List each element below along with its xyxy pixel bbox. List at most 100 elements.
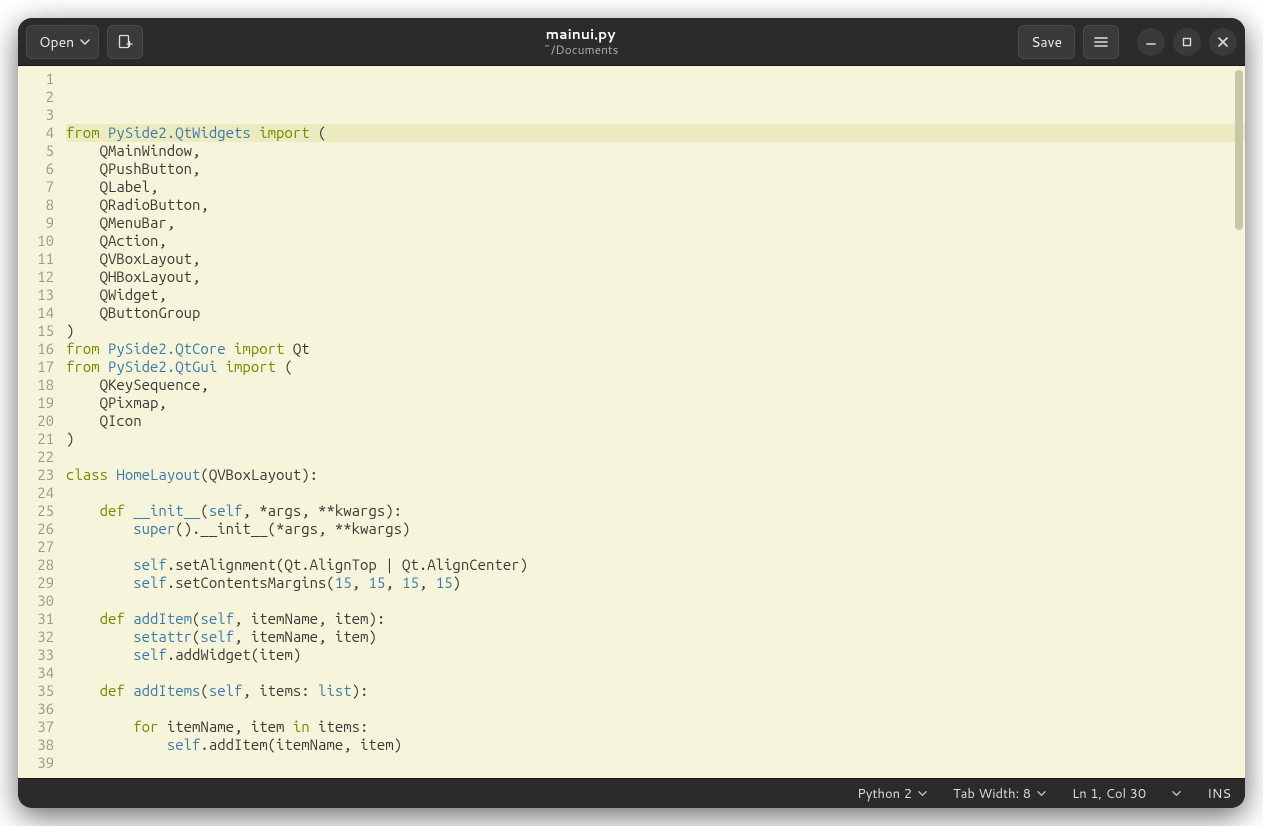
scrollbar-thumb[interactable]: [1235, 70, 1243, 230]
code-line[interactable]: for itemName, item in items:: [66, 718, 1245, 736]
editor-window: Open mainui.py ~/Documents Save: [18, 18, 1245, 808]
line-number: 18: [18, 376, 58, 394]
code-line[interactable]: QHBoxLayout,: [66, 268, 1245, 286]
line-number: 36: [18, 700, 58, 718]
open-button-label: Open: [39, 32, 74, 52]
code-line[interactable]: def __init__(self, *args, **kwargs):: [66, 502, 1245, 520]
close-icon: [1217, 36, 1229, 48]
code-line[interactable]: ): [66, 430, 1245, 448]
hamburger-menu-button[interactable]: [1083, 25, 1119, 59]
code-line[interactable]: QVBoxLayout,: [66, 250, 1245, 268]
save-button[interactable]: Save: [1018, 25, 1075, 59]
chevron-down-icon: [80, 37, 90, 47]
code-line[interactable]: def addItems(self, items: list):: [66, 682, 1245, 700]
chevron-down-icon: [1037, 789, 1046, 798]
line-number-gutter: 1234567891011121314151617181920212223242…: [18, 66, 62, 778]
line-number: 34: [18, 664, 58, 682]
code-line[interactable]: [66, 538, 1245, 556]
code-line[interactable]: QLabel,: [66, 178, 1245, 196]
line-number: 8: [18, 196, 58, 214]
new-tab-button[interactable]: [107, 25, 143, 59]
code-line[interactable]: [66, 664, 1245, 682]
maximize-icon: [1181, 36, 1193, 48]
line-number: 19: [18, 394, 58, 412]
code-line[interactable]: from PySide2.QtCore import Qt: [66, 340, 1245, 358]
line-number: 16: [18, 340, 58, 358]
code-content[interactable]: from PySide2.QtWidgets import ( QMainWin…: [62, 66, 1245, 778]
code-line[interactable]: class HomeLayout(QVBoxLayout):: [66, 466, 1245, 484]
cursor-position-label: Ln 1, Col 30: [1072, 785, 1146, 803]
line-number: 38: [18, 736, 58, 754]
code-line[interactable]: from PySide2.QtGui import (: [66, 358, 1245, 376]
open-button[interactable]: Open: [26, 25, 99, 59]
code-line[interactable]: setattr(self, itemName, item): [66, 628, 1245, 646]
line-number: 27: [18, 538, 58, 556]
code-line[interactable]: [66, 754, 1245, 772]
code-line[interactable]: from PySide2.QtWidgets import (: [66, 124, 1245, 142]
code-line[interactable]: QKeySequence,: [66, 376, 1245, 394]
line-number: 30: [18, 592, 58, 610]
code-line[interactable]: ): [66, 322, 1245, 340]
code-line[interactable]: self.setContentsMargins(15, 15, 15, 15): [66, 574, 1245, 592]
line-number: 37: [18, 718, 58, 736]
line-number: 31: [18, 610, 58, 628]
line-number: 11: [18, 250, 58, 268]
code-line[interactable]: [66, 484, 1245, 502]
code-line[interactable]: self.setAlignment(Qt.AlignTop | Qt.Align…: [66, 556, 1245, 574]
line-number: 29: [18, 574, 58, 592]
line-number: 9: [18, 214, 58, 232]
headerbar: Open mainui.py ~/Documents Save: [18, 18, 1245, 66]
cursor-position: Ln 1, Col 30: [1072, 785, 1146, 803]
code-line[interactable]: self.addWidget(item): [66, 646, 1245, 664]
language-selector[interactable]: Python 2: [857, 785, 927, 803]
code-line[interactable]: [66, 448, 1245, 466]
line-number: 22: [18, 448, 58, 466]
tab-width-label: Tab Width: 8: [953, 785, 1031, 803]
line-number: 28: [18, 556, 58, 574]
language-label: Python 2: [857, 785, 912, 803]
goto-line-selector[interactable]: [1172, 789, 1181, 798]
code-line[interactable]: QAction,: [66, 232, 1245, 250]
line-number: 23: [18, 466, 58, 484]
line-number: 33: [18, 646, 58, 664]
line-number: 17: [18, 358, 58, 376]
code-line[interactable]: self.addItem(itemName, item): [66, 736, 1245, 754]
tab-width-selector[interactable]: Tab Width: 8: [953, 785, 1046, 803]
close-button[interactable]: [1209, 28, 1237, 56]
statusbar: Python 2 Tab Width: 8 Ln 1, Col 30 INS: [18, 778, 1245, 808]
file-path: ~/Documents: [543, 43, 619, 56]
code-line[interactable]: [66, 700, 1245, 718]
code-line[interactable]: QButtonGroup: [66, 304, 1245, 322]
new-document-icon: [117, 34, 133, 50]
editor-area[interactable]: 1234567891011121314151617181920212223242…: [18, 66, 1245, 778]
code-line[interactable]: QRadioButton,: [66, 196, 1245, 214]
code-line[interactable]: QPixmap,: [66, 394, 1245, 412]
code-line[interactable]: QMainWindow,: [66, 142, 1245, 160]
code-line[interactable]: QIcon: [66, 412, 1245, 430]
code-line[interactable]: def addItem(self, itemName, item):: [66, 610, 1245, 628]
line-number: 1: [18, 70, 58, 88]
chevron-down-icon: [918, 789, 927, 798]
code-line[interactable]: QPushButton,: [66, 160, 1245, 178]
code-line[interactable]: [66, 592, 1245, 610]
line-number: 4: [18, 124, 58, 142]
save-button-label: Save: [1031, 32, 1062, 52]
line-number: 13: [18, 286, 58, 304]
maximize-button[interactable]: [1173, 28, 1201, 56]
insert-mode-toggle[interactable]: INS: [1207, 785, 1231, 803]
code-line[interactable]: QWidget,: [66, 286, 1245, 304]
line-number: 5: [18, 142, 58, 160]
minimize-button[interactable]: [1137, 28, 1165, 56]
minimize-icon: [1145, 36, 1157, 48]
line-number: 24: [18, 484, 58, 502]
line-number: 2: [18, 88, 58, 106]
line-number: 14: [18, 304, 58, 322]
code-line[interactable]: super().__init__(*args, **kwargs): [66, 520, 1245, 538]
line-number: 3: [18, 106, 58, 124]
line-number: 25: [18, 502, 58, 520]
code-line[interactable]: QMenuBar,: [66, 214, 1245, 232]
code-line[interactable]: [66, 772, 1245, 778]
hamburger-icon: [1093, 34, 1109, 50]
line-number: 10: [18, 232, 58, 250]
line-number: 35: [18, 682, 58, 700]
